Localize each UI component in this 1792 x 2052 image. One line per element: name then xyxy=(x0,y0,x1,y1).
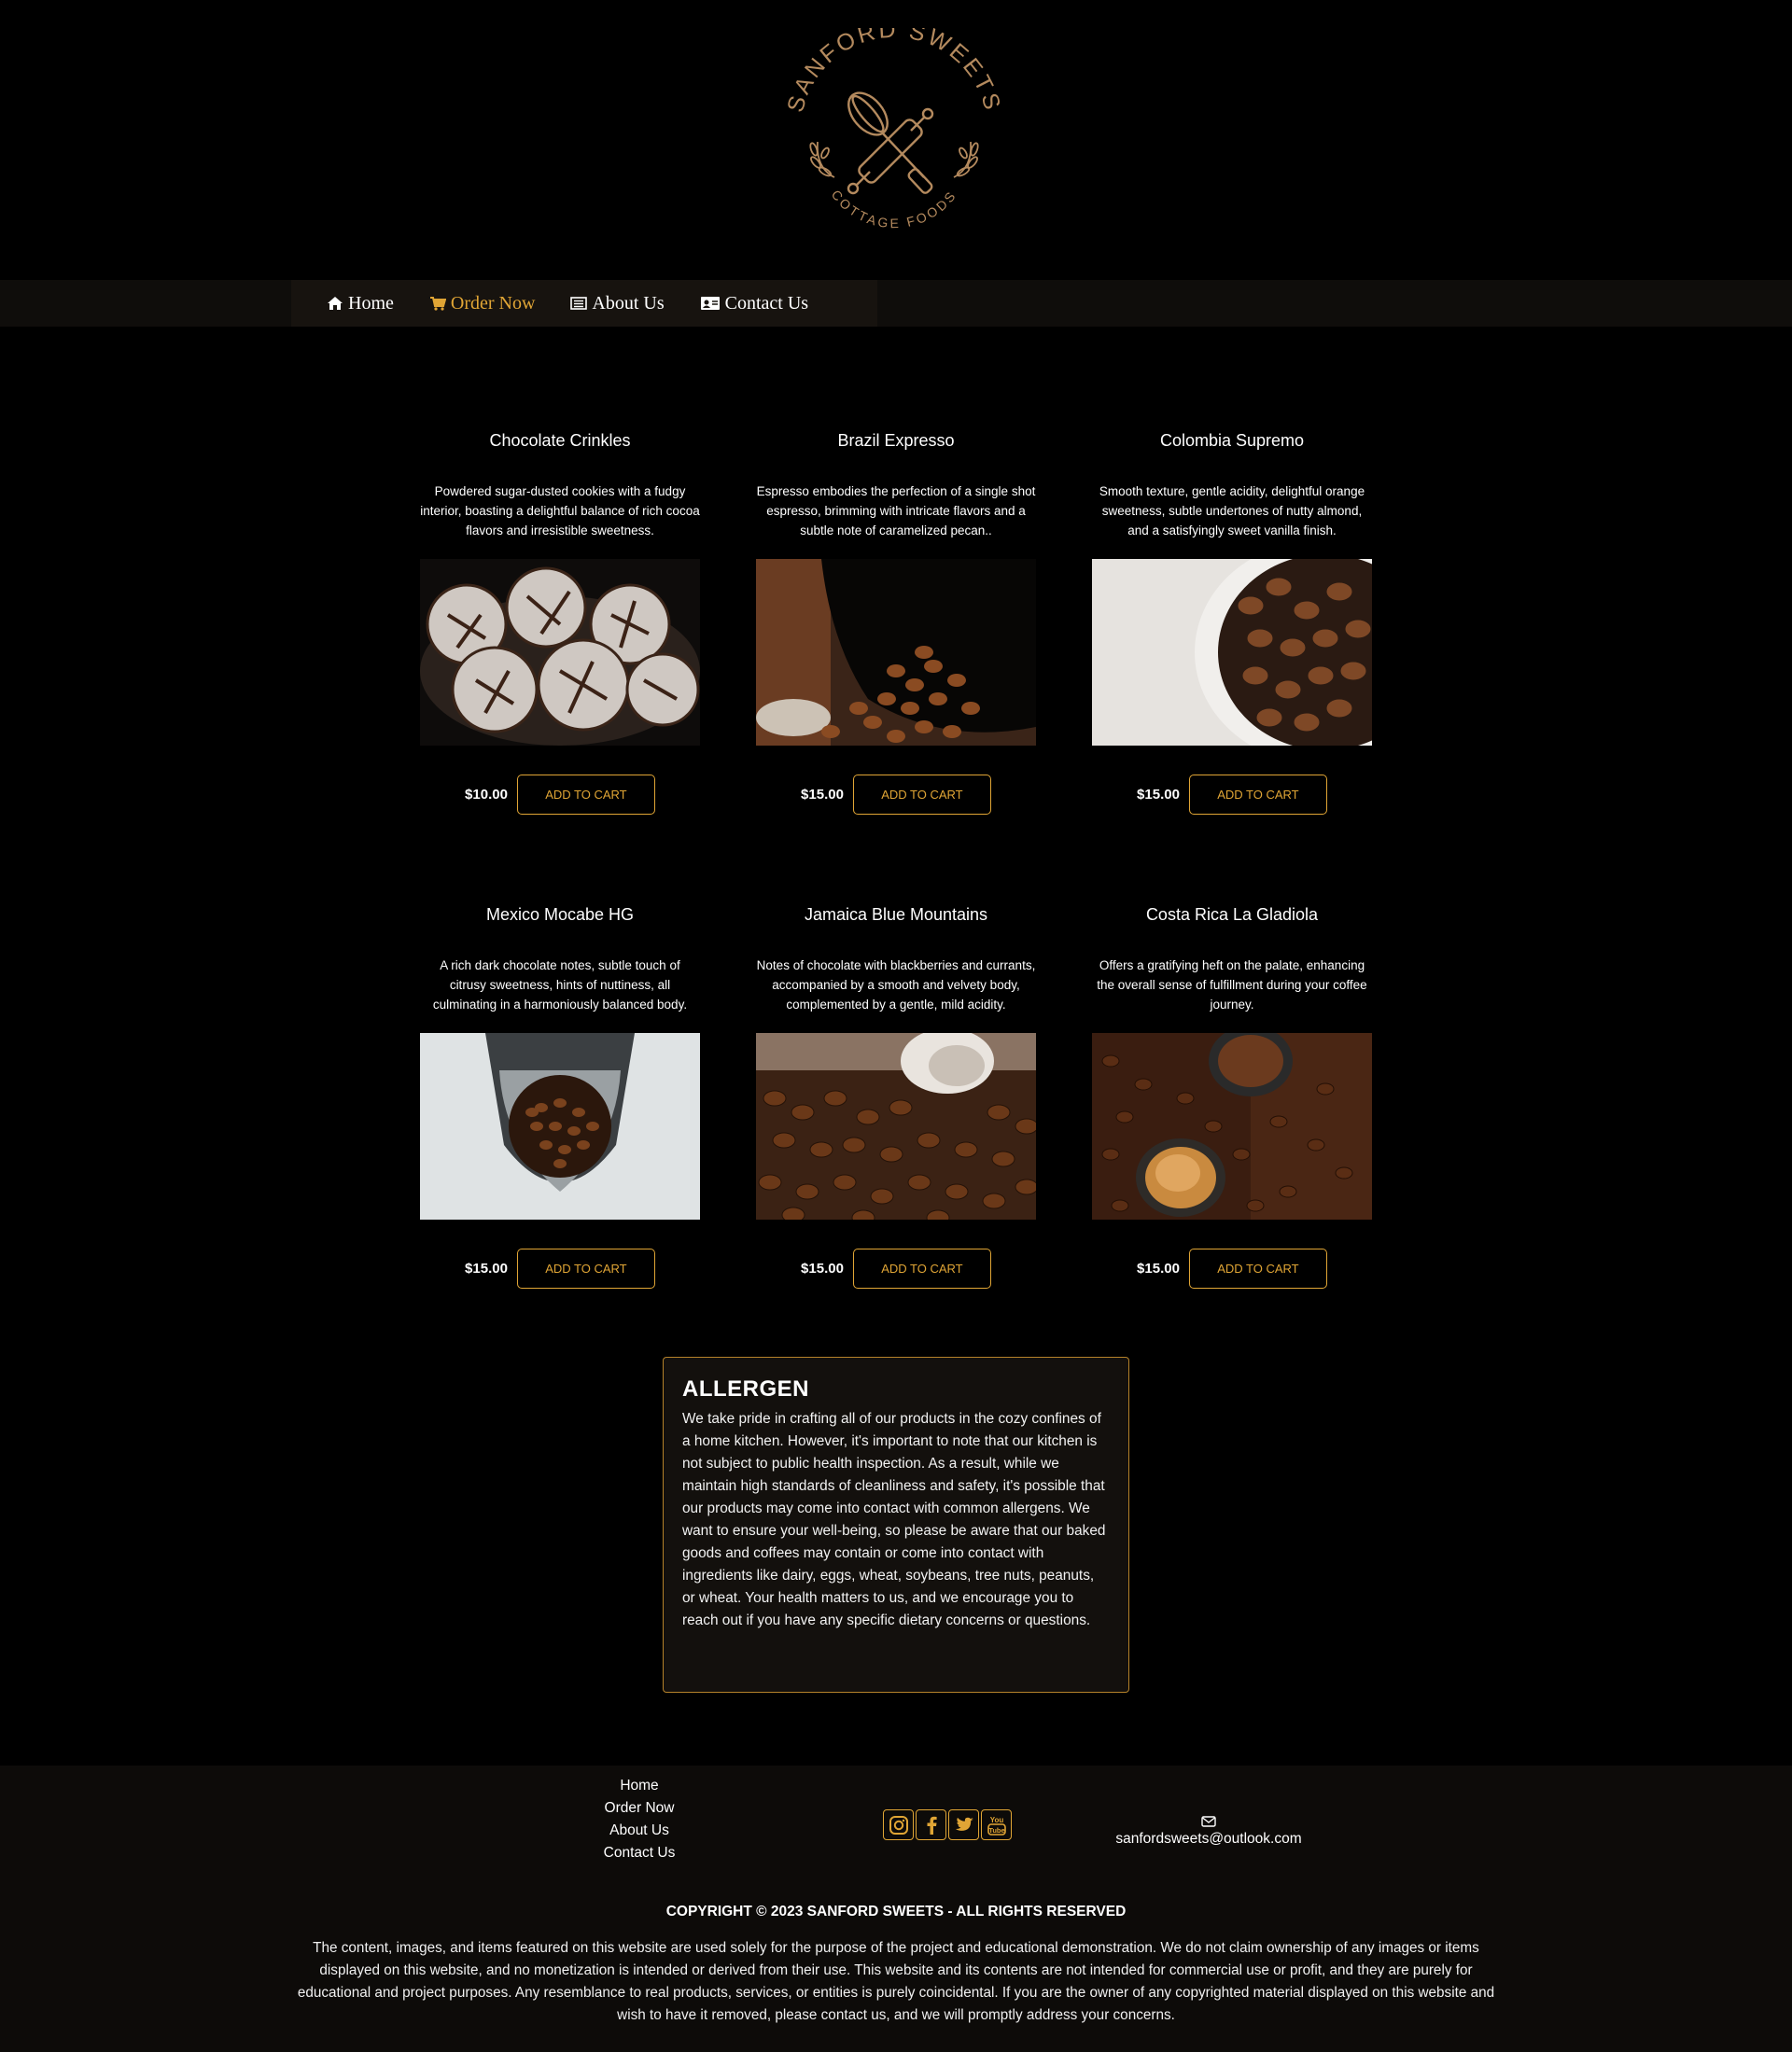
product-title: Colombia Supremo xyxy=(1159,431,1305,450)
site-footer: Home Order Now About Us Contact Us You Tu… xyxy=(0,1766,1792,2052)
product-title: Chocolate Crinkles xyxy=(489,431,631,450)
site-header: SANFORD SWEETS COTTAGE FOODS xyxy=(0,0,1792,280)
product-image xyxy=(756,1033,1036,1220)
product-title: Brazil Expresso xyxy=(837,431,955,450)
product-card: Chocolate Crinkles Powdered sugar-dusted… xyxy=(420,429,700,815)
product-image xyxy=(420,1033,700,1220)
logo-subtitle: COTTAGE FOODS xyxy=(829,187,958,230)
footer-link-contact-us[interactable]: Contact Us xyxy=(579,1842,700,1864)
product-buy-row: $15.00 ADD TO CART xyxy=(756,774,1036,815)
svg-text:You: You xyxy=(989,1816,1003,1824)
add-to-cart-button[interactable]: ADD TO CART xyxy=(516,774,655,815)
product-card: Costa Rica La Gladiola Offers a gratifyi… xyxy=(1092,903,1372,1289)
nav-home-label: Home xyxy=(348,292,394,314)
nav-order-now[interactable]: Order Now xyxy=(429,292,536,314)
nav-contact-us-label: Contact Us xyxy=(724,292,809,314)
product-buy-row: $15.00 ADD TO CART xyxy=(420,1248,700,1289)
product-description: Offers a gratifying heft on the palate, … xyxy=(1097,958,1367,1012)
product-price: $15.00 xyxy=(1137,1260,1180,1277)
product-description: A rich dark chocolate notes, subtle touc… xyxy=(432,958,688,1012)
product-title: Jamaica Blue Mountains xyxy=(804,905,988,924)
facebook-icon[interactable] xyxy=(916,1809,946,1840)
footer-links: Home Order Now About Us Contact Us xyxy=(579,1775,700,1864)
product-price: $15.00 xyxy=(1137,786,1180,803)
product-card: Mexico Mocabe HG A rich dark chocolate n… xyxy=(420,903,700,1289)
allergen-notice: ALLERGEN We take pride in crafting all o… xyxy=(663,1357,1129,1693)
product-price: $15.00 xyxy=(801,786,844,803)
nav-bar: Home Order Now About Us Contact Us xyxy=(291,280,877,327)
instagram-icon[interactable] xyxy=(883,1809,914,1840)
twitter-icon[interactable] xyxy=(948,1809,979,1840)
allergen-heading: ALLERGEN xyxy=(682,1376,809,1402)
add-to-cart-button[interactable]: ADD TO CART xyxy=(516,1248,655,1289)
main-nav: Home Order Now About Us Contact Us xyxy=(0,280,1792,327)
product-description: Powdered sugar-dusted cookies with a fud… xyxy=(420,484,700,537)
copyright-text: COPYRIGHT © 2023 SANFORD SWEETS - ALL RI… xyxy=(665,1904,1127,1919)
disclaimer-text: The content, images, and items featured … xyxy=(297,1940,1495,2023)
product-buy-row: $15.00 ADD TO CART xyxy=(756,1248,1036,1289)
add-to-cart-button[interactable]: ADD TO CART xyxy=(852,774,991,815)
youtube-icon[interactable]: You Tube xyxy=(981,1809,1012,1840)
contact-card-icon xyxy=(700,297,720,310)
footer-link-home[interactable]: Home xyxy=(579,1775,700,1797)
product-title: Mexico Mocabe HG xyxy=(485,905,635,924)
svg-text:SANFORD SWEETS: SANFORD SWEETS xyxy=(782,28,1006,115)
product-card: Colombia Supremo Smooth texture, gentle … xyxy=(1092,429,1372,815)
svg-text:Tube: Tube xyxy=(988,1826,1004,1835)
social-links: You Tube xyxy=(883,1809,1012,1840)
product-description: Notes of chocolate with blackberries and… xyxy=(756,958,1036,1012)
product-description: Smooth texture, gentle acidity, delightf… xyxy=(1099,484,1365,537)
product-buy-row: $10.00 ADD TO CART xyxy=(420,774,700,815)
allergen-body: We take pride in crafting all of our pro… xyxy=(682,1411,1106,1628)
add-to-cart-button[interactable]: ADD TO CART xyxy=(1188,1248,1327,1289)
footer-email[interactable]: sanfordsweets@outlook.com xyxy=(1097,1816,1321,1848)
email-address: sanfordsweets@outlook.com xyxy=(1115,1831,1302,1847)
nav-about-us[interactable]: About Us xyxy=(570,292,665,314)
logo-title: SANFORD SWEETS xyxy=(782,28,1003,115)
product-card: Jamaica Blue Mountains Notes of chocolat… xyxy=(756,903,1036,1289)
product-price: $10.00 xyxy=(465,786,508,803)
product-buy-row: $15.00 ADD TO CART xyxy=(1092,1248,1372,1289)
nav-home[interactable]: Home xyxy=(327,293,394,314)
svg-text:COTTAGE FOODS: COTTAGE FOODS xyxy=(829,187,960,230)
product-image xyxy=(420,559,700,746)
nav-contact-us[interactable]: Contact Us xyxy=(700,293,808,314)
product-buy-row: $15.00 ADD TO CART xyxy=(1092,774,1372,815)
product-description: Espresso embodies the perfection of a si… xyxy=(756,484,1036,537)
product-image xyxy=(1092,559,1372,746)
product-price: $15.00 xyxy=(801,1260,844,1277)
product-image xyxy=(1092,1033,1372,1220)
home-icon xyxy=(328,297,343,310)
footer-link-about-us[interactable]: About Us xyxy=(579,1820,700,1842)
list-icon xyxy=(570,297,588,310)
nav-order-now-label: Order Now xyxy=(450,292,536,314)
add-to-cart-button[interactable]: ADD TO CART xyxy=(852,1248,991,1289)
product-price: $15.00 xyxy=(465,1260,508,1277)
product-image xyxy=(756,559,1036,746)
add-to-cart-button[interactable]: ADD TO CART xyxy=(1188,774,1327,815)
envelope-icon xyxy=(1201,1816,1216,1827)
product-title: Costa Rica La Gladiola xyxy=(1145,905,1319,924)
footer-link-order-now[interactable]: Order Now xyxy=(579,1797,700,1820)
sanford-sweets-logo[interactable]: SANFORD SWEETS COTTAGE FOODS xyxy=(773,28,1015,252)
cart-icon xyxy=(429,297,446,311)
nav-about-us-label: About Us xyxy=(592,292,665,314)
product-card: Brazil Expresso Espresso embodies the pe… xyxy=(756,429,1036,815)
